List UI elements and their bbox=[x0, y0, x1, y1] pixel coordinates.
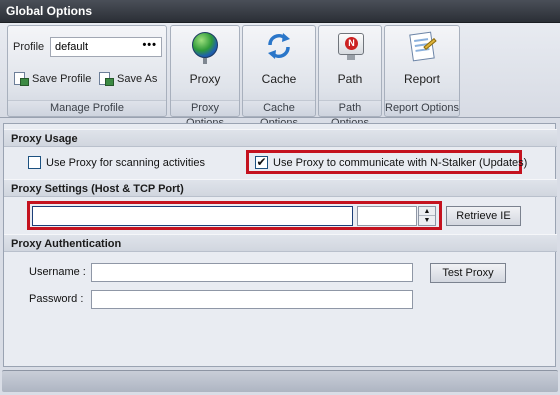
password-label: Password : bbox=[29, 293, 84, 305]
report-button[interactable]: Report bbox=[385, 30, 459, 86]
path-button[interactable]: N Path bbox=[319, 30, 381, 86]
proxy-host-input[interactable] bbox=[32, 206, 353, 226]
proxy-authentication-heading: Proxy Authentication bbox=[11, 238, 122, 250]
use-proxy-scanning-label: Use Proxy for scanning activities bbox=[46, 156, 205, 169]
proxy-options-panel: Proxy Usage Use Proxy for scanning activ… bbox=[3, 123, 557, 367]
use-proxy-updates-label: Use Proxy to communicate with N-Stalker … bbox=[273, 156, 528, 169]
proxy-button-label: Proxy bbox=[189, 72, 221, 86]
profile-select[interactable]: default ••• bbox=[50, 37, 162, 57]
proxy-port-input[interactable] bbox=[357, 206, 417, 226]
document-pen-icon bbox=[405, 30, 439, 64]
monitor-icon: N bbox=[333, 30, 367, 64]
path-options-label: Path Options bbox=[319, 100, 381, 129]
use-proxy-scanning-checkbox[interactable]: Use Proxy for scanning activities bbox=[28, 156, 205, 169]
report-options-group: Report Report Options bbox=[384, 25, 460, 117]
username-input[interactable] bbox=[91, 263, 413, 282]
report-options-label: Report Options bbox=[385, 100, 459, 115]
proxy-options-group: Proxy Proxy Options bbox=[170, 25, 240, 129]
refresh-arrows-icon bbox=[262, 30, 296, 64]
title-bar: Global Options bbox=[0, 0, 560, 23]
save-as-icon bbox=[98, 71, 114, 87]
proxy-options-label: Proxy Options bbox=[171, 100, 239, 129]
window-title: Global Options bbox=[6, 4, 92, 18]
proxy-authentication-section-header: Proxy Authentication bbox=[4, 234, 557, 252]
password-input[interactable] bbox=[91, 290, 413, 309]
globe-icon bbox=[188, 30, 222, 64]
profile-value: default bbox=[55, 41, 89, 53]
path-button-label: Path bbox=[337, 72, 363, 86]
manage-profile-group: Profile default ••• Save Profile Save As… bbox=[7, 25, 167, 117]
save-as-label: Save As bbox=[117, 73, 158, 85]
save-profile-label: Save Profile bbox=[32, 73, 92, 85]
profile-browse-button[interactable]: ••• bbox=[142, 39, 157, 51]
username-label: Username : bbox=[29, 266, 86, 278]
dialog-footer-bar bbox=[2, 370, 558, 392]
proxy-usage-section-header: Proxy Usage bbox=[4, 129, 557, 147]
report-button-label: Report bbox=[403, 72, 441, 86]
scanning-checkbox-box[interactable] bbox=[28, 156, 41, 169]
test-proxy-button[interactable]: Test Proxy bbox=[430, 263, 506, 283]
port-spinner[interactable]: ▲ ▼ bbox=[418, 206, 436, 226]
spinner-up-icon[interactable]: ▲ bbox=[419, 207, 435, 216]
spinner-down-icon[interactable]: ▼ bbox=[419, 216, 435, 225]
cache-button[interactable]: Cache bbox=[243, 30, 315, 86]
cache-options-group: Cache Cache Options bbox=[242, 25, 316, 129]
proxy-button[interactable]: Proxy bbox=[171, 30, 239, 86]
profile-label: Profile bbox=[13, 41, 45, 53]
save-profile-icon bbox=[13, 71, 29, 87]
ribbon-toolbar: Profile default ••• Save Profile Save As… bbox=[0, 23, 560, 129]
proxy-settings-heading: Proxy Settings (Host & TCP Port) bbox=[11, 183, 184, 195]
retrieve-ie-button[interactable]: Retrieve IE bbox=[446, 206, 521, 226]
path-options-group: N Path Path Options bbox=[318, 25, 382, 129]
manage-profile-group-label: Manage Profile bbox=[8, 100, 166, 115]
proxy-settings-section-header: Proxy Settings (Host & TCP Port) bbox=[4, 179, 557, 197]
use-proxy-updates-checkbox[interactable]: ✔ Use Proxy to communicate with N-Stalke… bbox=[255, 156, 527, 169]
updates-checkbox-box[interactable]: ✔ bbox=[255, 156, 268, 169]
save-as-button[interactable]: Save As bbox=[98, 69, 157, 89]
cache-button-label: Cache bbox=[261, 72, 297, 86]
cache-options-label: Cache Options bbox=[243, 100, 315, 129]
save-profile-button[interactable]: Save Profile bbox=[13, 69, 91, 89]
proxy-usage-heading: Proxy Usage bbox=[11, 133, 78, 145]
